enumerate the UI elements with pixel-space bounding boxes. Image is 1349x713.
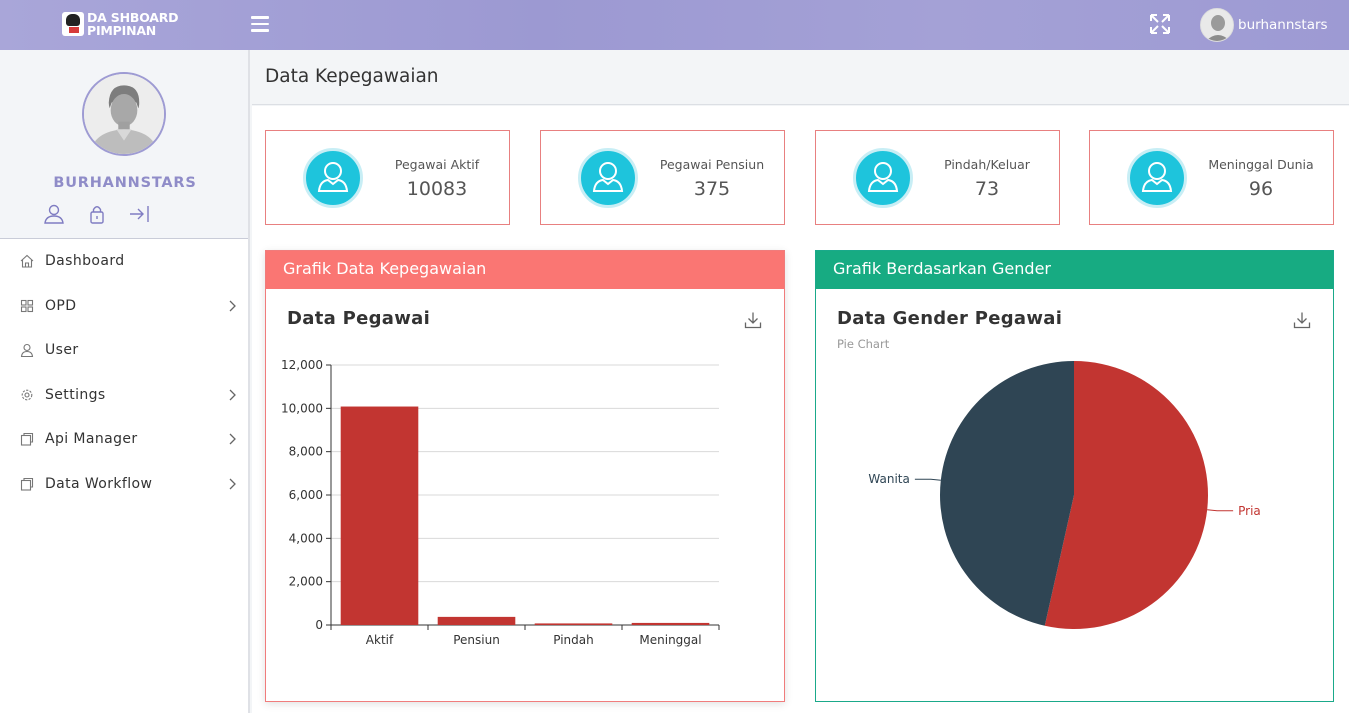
pie-label: Wanita (868, 472, 909, 486)
sidebar-profile: BURHANNSTARS (0, 50, 248, 239)
x-tick-label: Meninggal (639, 633, 701, 647)
brand-mascot-icon (62, 12, 84, 36)
fullscreen-icon[interactable] (1149, 13, 1171, 35)
pie-label: Pria (1238, 504, 1261, 518)
page-header: Data Kepegawaian (252, 50, 1349, 105)
user-icon (853, 148, 913, 208)
chevron-right-icon (229, 389, 236, 400)
panel-header: Grafik Berdasarkan Gender (816, 251, 1333, 289)
panel-header: Grafik Data Kepegawaian (266, 251, 784, 289)
copy-icon (20, 477, 34, 491)
y-tick-label: 4,000 (289, 531, 323, 545)
menu-toggle-icon[interactable] (251, 16, 269, 32)
sidebar-item-label: Data Workflow (45, 475, 153, 492)
stat-label: Pegawai Pensiun (659, 157, 765, 172)
chevron-right-icon (229, 433, 236, 445)
stat-value: 375 (693, 178, 731, 200)
bar (340, 406, 419, 625)
x-tick-label: Aktif (366, 633, 394, 647)
stat-label: Meninggal Dunia (1208, 157, 1314, 172)
stat-card-pindah-keluar: Pindah/Keluar 73 (815, 130, 1060, 225)
brand-line-2: PIMPINAN (87, 23, 157, 38)
sidebar-item-dashboard[interactable]: Dashboard (0, 239, 248, 284)
y-tick-label: 2,000 (289, 575, 323, 589)
user-icon (20, 344, 34, 358)
sidebar-item-label: Dashboard (45, 253, 125, 270)
user-icon (303, 148, 363, 208)
sidebar-item-label: OPD (45, 297, 77, 314)
brand-text: DA SHBOARD PIMPINAN (87, 11, 179, 38)
sidebar-item-label: Settings (45, 386, 106, 403)
profile-name: BURHANNSTARS (53, 175, 197, 191)
chevron-right-icon (229, 300, 236, 311)
stat-card-pegawai-aktif: Pegawai Aktif 10083 (265, 130, 510, 225)
panel-body: Data Gender Pegawai Pie Chart Pria Wanita (816, 289, 1333, 701)
brand-logo[interactable]: DA SHBOARD PIMPINAN (62, 11, 179, 38)
panel-grafik-kepegawaian: Grafik Data Kepegawaian Data Pegawai 0 2,… (265, 250, 785, 702)
sidebar: BURHANNSTARS Dashboard OPD User Settings… (0, 50, 250, 713)
top-username: burhannstars (1238, 17, 1328, 33)
y-tick-label: 8,000 (289, 445, 323, 459)
x-tick-label: Pindah (553, 633, 594, 647)
bar (631, 622, 710, 625)
stat-label: Pegawai Aktif (394, 157, 480, 172)
sidebar-item-user[interactable]: User (0, 328, 248, 373)
user-icon (578, 148, 638, 208)
sidebar-item-opd[interactable]: OPD (0, 284, 248, 329)
grid-icon (20, 299, 34, 312)
pie-label-line (914, 478, 941, 481)
user-profile-icon[interactable] (42, 204, 66, 224)
user-icon (1127, 148, 1187, 208)
profile-actions (42, 204, 171, 224)
sidebar-item-api-manager[interactable]: Api Manager (0, 417, 248, 462)
lock-icon[interactable] (85, 204, 109, 224)
stat-card-meninggal-dunia: Meninggal Dunia 96 (1089, 130, 1334, 225)
stat-value: 73 (974, 178, 1000, 200)
profile-avatar (82, 72, 166, 156)
chevron-right-icon (229, 478, 236, 489)
page-title: Data Kepegawaian (265, 66, 439, 87)
stat-card-pegawai-pensiun: Pegawai Pensiun 375 (540, 130, 785, 225)
bar (437, 616, 516, 625)
sidebar-item-data-workflow[interactable]: Data Workflow (0, 462, 248, 507)
main-content: Pegawai Aktif 10083 Pegawai Pensiun 375 … (252, 106, 1349, 713)
user-menu[interactable]: burhannstars (1200, 8, 1328, 42)
y-tick-label: 0 (315, 618, 323, 632)
stat-label: Pindah/Keluar (944, 157, 1030, 172)
y-tick-label: 6,000 (289, 488, 323, 502)
sidebar-item-label: User (45, 342, 79, 359)
bar (534, 623, 613, 625)
sidebar-menu: Dashboard OPD User Settings Api Manager … (0, 239, 248, 506)
copy-icon (20, 433, 34, 446)
top-navbar: DA SHBOARD PIMPINAN burhannstars (0, 0, 1349, 50)
pie-chart: Pria Wanita (868, 361, 1261, 629)
logout-icon[interactable] (128, 204, 152, 224)
pie-label-line (1207, 509, 1234, 512)
panel-body: Data Pegawai 0 2,000 4,000 6,000 8,000 10,000… (266, 289, 784, 701)
sidebar-item-settings[interactable]: Settings (0, 373, 248, 418)
panel-grafik-gender: Grafik Berdasarkan Gender Data Gender Pe… (815, 250, 1334, 702)
y-tick-label: 10,000 (281, 401, 323, 415)
home-icon (20, 255, 34, 268)
sidebar-item-label: Api Manager (45, 431, 138, 448)
x-tick-label: Pensiun (453, 633, 500, 647)
stat-value: 10083 (406, 178, 468, 200)
bar-chart: 0 2,000 4,000 6,000 8,000 10,000 12,000 Aktif Pe… (281, 358, 720, 647)
stat-value: 96 (1248, 178, 1274, 200)
avatar (1200, 8, 1234, 42)
y-tick-label: 12,000 (281, 358, 323, 372)
gear-icon (21, 389, 33, 401)
